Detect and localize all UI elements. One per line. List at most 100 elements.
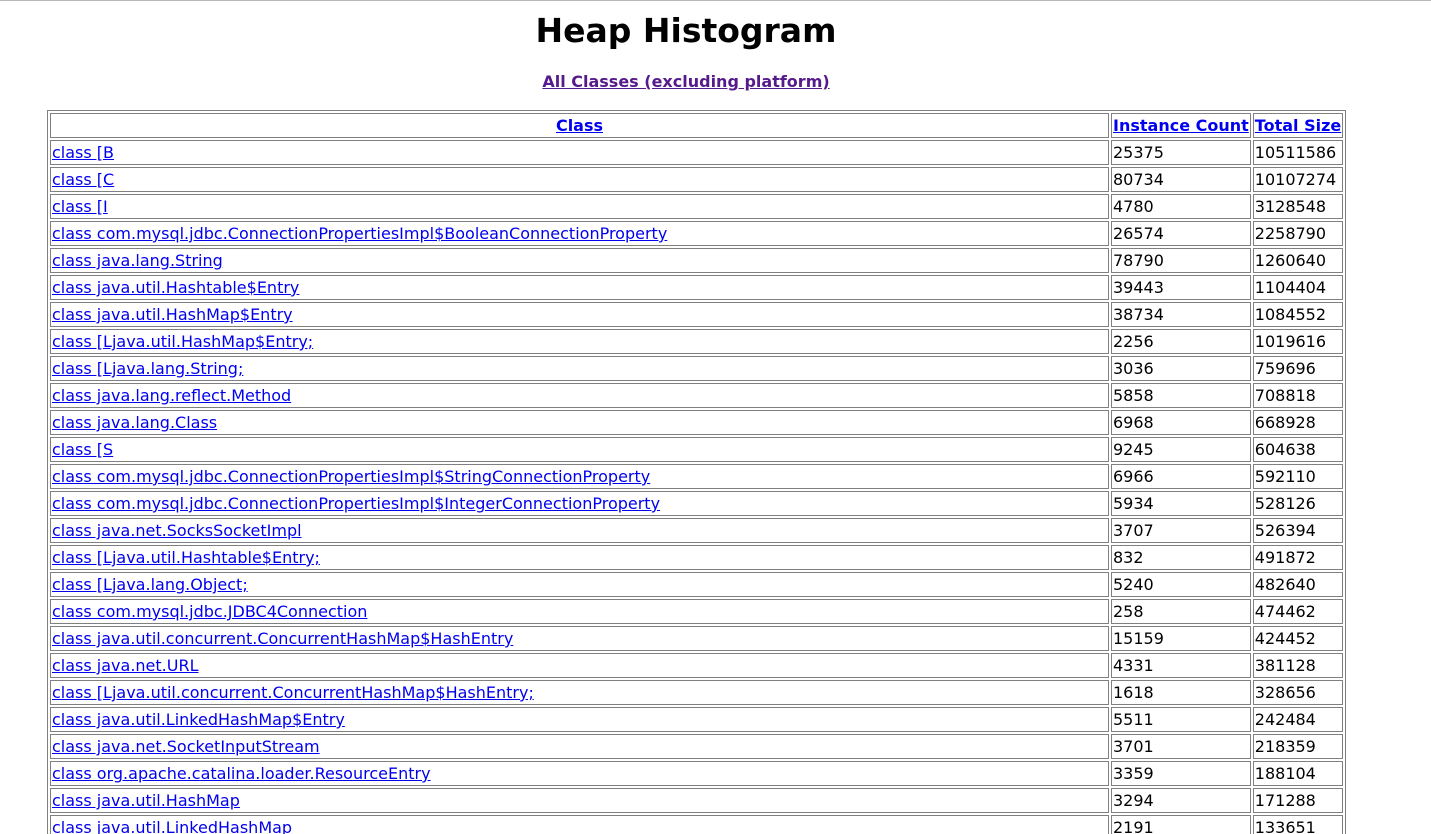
class-cell: class java.lang.Class [50, 410, 1109, 435]
class-link[interactable]: class [Ljava.util.Hashtable$Entry; [52, 548, 320, 567]
table-body: class [B 25375 10511586 class [C 80734 101072… [50, 140, 1344, 834]
table-row: class [Ljava.util.HashMap$Entry; 2256 1019… [50, 329, 1344, 354]
instance-count-cell: 1618 [1111, 680, 1251, 705]
instance-count-cell: 39443 [1111, 275, 1251, 300]
class-cell: class java.util.LinkedHashMap$Entry [50, 707, 1109, 732]
total-size-cell: 3128548 [1252, 194, 1344, 219]
instance-count-cell: 25375 [1111, 140, 1251, 165]
class-link[interactable]: class java.lang.reflect.Method [52, 386, 291, 405]
sort-by-class-link[interactable]: Class [556, 116, 603, 135]
class-link[interactable]: class [Ljava.lang.String; [52, 359, 243, 378]
class-link[interactable]: class java.util.LinkedHashMap [52, 818, 292, 834]
instance-count-cell: 3294 [1111, 788, 1251, 813]
instance-count-cell: 80734 [1111, 167, 1251, 192]
total-size-cell: 133651 [1252, 815, 1344, 834]
class-link[interactable]: class [C [52, 170, 114, 189]
table-row: class org.apache.catalina.loader.Resourc… [50, 761, 1344, 786]
class-cell: class java.util.HashMap$Entry [50, 302, 1109, 327]
class-cell: class [Ljava.lang.Object; [50, 572, 1109, 597]
class-link[interactable]: class com.mysql.jdbc.ConnectionPropertie… [52, 467, 650, 486]
table-row: class com.mysql.jdbc.ConnectionPropertie… [50, 491, 1344, 516]
subtitle: All Classes (excluding platform) [0, 72, 1372, 92]
page-header: Heap Histogram All Classes (excluding pl… [0, 12, 1372, 92]
class-cell: class com.mysql.jdbc.JDBC4Connection [50, 599, 1109, 624]
instance-count-cell: 6966 [1111, 464, 1251, 489]
total-size-cell: 171288 [1252, 788, 1344, 813]
instance-count-cell: 5858 [1111, 383, 1251, 408]
class-cell: class java.lang.String [50, 248, 1109, 273]
table-row: class java.util.HashMap 3294 171288 [50, 788, 1344, 813]
instance-count-cell: 5240 [1111, 572, 1251, 597]
instance-count-cell: 6968 [1111, 410, 1251, 435]
total-size-cell: 759696 [1252, 356, 1344, 381]
total-size-cell: 708818 [1252, 383, 1344, 408]
class-link[interactable]: class [I [52, 197, 108, 216]
table-row: class java.util.concurrent.ConcurrentHas… [50, 626, 1344, 651]
class-column-header: Class [50, 113, 1109, 138]
class-link[interactable]: class com.mysql.jdbc.ConnectionPropertie… [52, 224, 667, 243]
class-link[interactable]: class org.apache.catalina.loader.Resourc… [52, 764, 431, 783]
total-size-cell: 10511586 [1252, 140, 1344, 165]
class-link[interactable]: class java.util.HashMap [52, 791, 240, 810]
class-cell: class [C [50, 167, 1109, 192]
class-link[interactable]: class java.net.SocketInputStream [52, 737, 320, 756]
table-row: class [Ljava.lang.String; 3036 759696 [50, 356, 1344, 381]
page-title: Heap Histogram [535, 11, 837, 50]
total-size-cell: 604638 [1252, 437, 1344, 462]
class-link[interactable]: class java.lang.Class [52, 413, 217, 432]
class-cell: class com.mysql.jdbc.ConnectionPropertie… [50, 464, 1109, 489]
class-cell: class java.net.URL [50, 653, 1109, 678]
table-row: class java.lang.String 78790 1260640 [50, 248, 1344, 273]
class-link[interactable]: class java.util.Hashtable$Entry [52, 278, 299, 297]
class-cell: class [S [50, 437, 1109, 462]
class-link[interactable]: class java.net.URL [52, 656, 199, 675]
table-row: class [C 80734 10107274 [50, 167, 1344, 192]
class-link[interactable]: class [B [52, 143, 114, 162]
class-link[interactable]: class java.util.HashMap$Entry [52, 305, 293, 324]
class-cell: class java.net.SocksSocketImpl [50, 518, 1109, 543]
class-cell: class com.mysql.jdbc.ConnectionPropertie… [50, 221, 1109, 246]
class-link[interactable]: class java.util.LinkedHashMap$Entry [52, 710, 345, 729]
instance-count-cell: 2256 [1111, 329, 1251, 354]
total-size-cell: 526394 [1252, 518, 1344, 543]
total-size-cell: 1104404 [1252, 275, 1344, 300]
class-link[interactable]: class java.util.concurrent.ConcurrentHas… [52, 629, 513, 648]
table-row: class com.mysql.jdbc.ConnectionPropertie… [50, 221, 1344, 246]
class-cell: class [Ljava.util.concurrent.ConcurrentH… [50, 680, 1109, 705]
instance-count-cell: 38734 [1111, 302, 1251, 327]
class-cell: class [Ljava.util.Hashtable$Entry; [50, 545, 1109, 570]
class-link[interactable]: class java.net.SocksSocketImpl [52, 521, 302, 540]
class-cell: class com.mysql.jdbc.ConnectionPropertie… [50, 491, 1109, 516]
instance-count-cell: 5511 [1111, 707, 1251, 732]
all-classes-link[interactable]: All Classes (excluding platform) [542, 72, 829, 91]
table-row: class [Ljava.util.concurrent.ConcurrentH… [50, 680, 1344, 705]
table-row: class [S 9245 604638 [50, 437, 1344, 462]
sort-by-size-link[interactable]: Total Size [1255, 116, 1341, 135]
instance-count-cell: 9245 [1111, 437, 1251, 462]
class-link[interactable]: class [Ljava.lang.Object; [52, 575, 248, 594]
instance-count-cell: 5934 [1111, 491, 1251, 516]
total-size-cell: 491872 [1252, 545, 1344, 570]
total-size-cell: 482640 [1252, 572, 1344, 597]
class-cell: class [Ljava.util.HashMap$Entry; [50, 329, 1109, 354]
instance-count-cell: 2191 [1111, 815, 1251, 834]
instance-count-cell: 4780 [1111, 194, 1251, 219]
class-link[interactable]: class com.mysql.jdbc.JDBC4Connection [52, 602, 367, 621]
table-row: class java.net.SocketInputStream 3701 2183… [50, 734, 1344, 759]
class-cell: class java.lang.reflect.Method [50, 383, 1109, 408]
total-size-cell: 10107274 [1252, 167, 1344, 192]
sort-by-count-link[interactable]: Instance Count [1113, 116, 1249, 135]
total-size-cell: 218359 [1252, 734, 1344, 759]
class-cell: class java.util.LinkedHashMap [50, 815, 1109, 834]
class-link[interactable]: class [S [52, 440, 113, 459]
total-size-cell: 528126 [1252, 491, 1344, 516]
instance-count-cell: 832 [1111, 545, 1251, 570]
total-size-cell: 1084552 [1252, 302, 1344, 327]
table-row: class com.mysql.jdbc.JDBC4Connection 258 4… [50, 599, 1344, 624]
class-link[interactable]: class com.mysql.jdbc.ConnectionPropertie… [52, 494, 660, 513]
class-link[interactable]: class [Ljava.util.concurrent.ConcurrentH… [52, 683, 534, 702]
table-row: class java.lang.reflect.Method 5858 708818 [50, 383, 1344, 408]
class-link[interactable]: class [Ljava.util.HashMap$Entry; [52, 332, 313, 351]
class-link[interactable]: class java.lang.String [52, 251, 223, 270]
instance-count-cell: 3036 [1111, 356, 1251, 381]
